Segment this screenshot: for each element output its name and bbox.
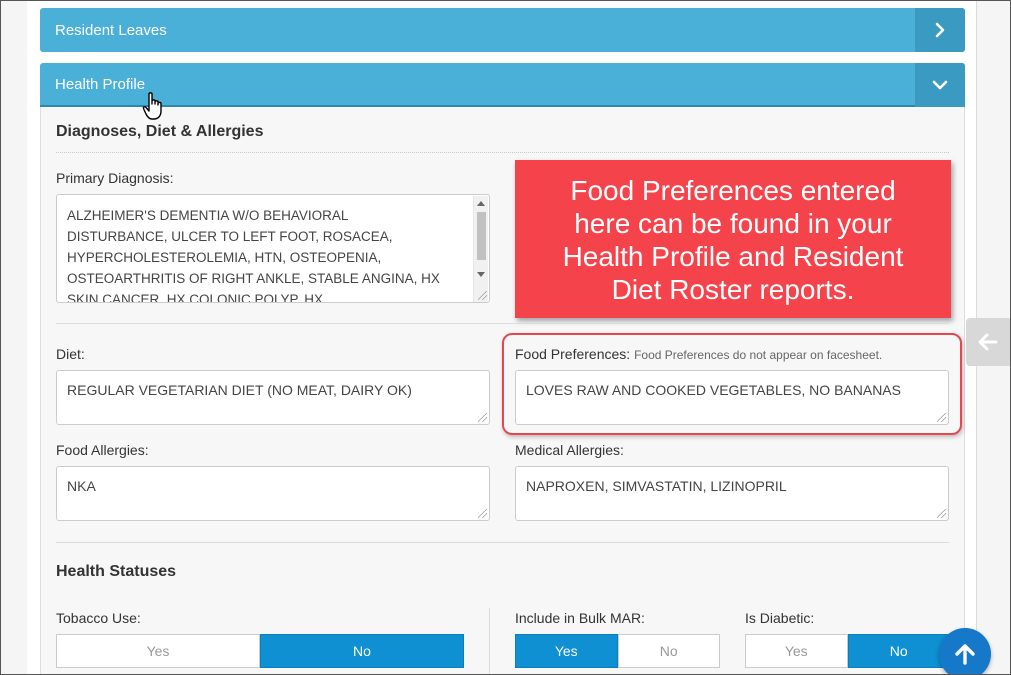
primary-diagnosis-label: Primary Diagnosis: bbox=[56, 170, 174, 186]
diet-value: REGULAR VEGETARIAN DIET (NO MEAT, DAIRY … bbox=[67, 382, 412, 398]
food-preferences-highlight bbox=[502, 333, 962, 435]
medical-allergies-label: Medical Allergies: bbox=[515, 442, 624, 458]
health-profile-panel-header[interactable]: Health Profile bbox=[40, 63, 965, 107]
tobacco-no-button[interactable]: No bbox=[260, 634, 464, 668]
diet-textarea[interactable]: REGULAR VEGETARIAN DIET (NO MEAT, DAIRY … bbox=[56, 370, 490, 425]
primary-diagnosis-line: SKIN CANCER, HX COLONIC POLYP, HX bbox=[67, 292, 324, 303]
scroll-up-arrow-icon[interactable] bbox=[477, 201, 485, 206]
chevron-right-icon[interactable] bbox=[915, 8, 965, 52]
health-profile-title: Health Profile bbox=[55, 75, 146, 93]
primary-diagnosis-line: HYPERCHOLESTEROLEMIA, HTN, OSTEOPENIA, bbox=[67, 250, 382, 265]
medical-allergies-textarea[interactable]: NAPROXEN, SIMVASTATIN, LIZINOPRIL bbox=[515, 466, 949, 521]
row-divider bbox=[56, 542, 949, 543]
resize-grip-icon[interactable] bbox=[478, 291, 487, 300]
bulk-mar-label: Include in Bulk MAR: bbox=[515, 610, 645, 626]
bulk-mar-no-button[interactable]: No bbox=[617, 634, 720, 668]
diabetic-yes-button[interactable]: Yes bbox=[745, 634, 848, 668]
food-preferences-callout: Food Preferences entered here can be fou… bbox=[515, 160, 951, 318]
row-divider bbox=[56, 323, 949, 324]
hand-pointer-icon bbox=[142, 91, 168, 126]
primary-diagnosis-textarea[interactable]: ALZHEIMER'S DEMENTIA W/O BEHAVIORAL DIST… bbox=[56, 194, 490, 303]
tobacco-yes-button[interactable]: Yes bbox=[56, 634, 260, 668]
primary-diagnosis-line: DISTURBANCE, ULCER TO LEFT FOOT, ROSACEA… bbox=[67, 229, 393, 244]
column-divider bbox=[489, 608, 490, 675]
textarea-scrollbar[interactable] bbox=[473, 196, 488, 302]
resize-grip-icon[interactable] bbox=[937, 509, 946, 518]
bulk-mar-yes-button[interactable]: Yes bbox=[515, 634, 618, 668]
medical-allergies-value: NAPROXEN, SIMVASTATIN, LIZINOPRIL bbox=[526, 478, 787, 494]
left-gutter bbox=[1, 0, 27, 675]
callout-line: here can be found in your bbox=[574, 208, 892, 239]
is-diabetic-label: Is Diabetic: bbox=[745, 610, 815, 626]
diet-label: Diet: bbox=[56, 346, 85, 362]
scroll-to-top-button[interactable] bbox=[939, 628, 991, 675]
section-divider bbox=[56, 152, 949, 153]
tobacco-use-label: Tobacco Use: bbox=[56, 610, 141, 626]
callout-line: Food Preferences entered bbox=[570, 175, 896, 206]
scroll-down-arrow-icon[interactable] bbox=[477, 272, 485, 277]
callout-line: Health Profile and Resident bbox=[562, 241, 904, 272]
arrow-left-icon[interactable] bbox=[966, 318, 1010, 366]
food-allergies-textarea[interactable]: NKA bbox=[56, 466, 490, 521]
resident-leaves-title: Resident Leaves bbox=[55, 21, 167, 39]
health-statuses-section-title: Health Statuses bbox=[56, 563, 177, 580]
food-allergies-value: NKA bbox=[67, 478, 96, 494]
food-allergies-label: Food Allergies: bbox=[56, 442, 149, 458]
primary-diagnosis-line: ALZHEIMER'S DEMENTIA W/O BEHAVIORAL bbox=[67, 208, 349, 223]
resize-grip-icon[interactable] bbox=[478, 413, 487, 422]
scrollbar-thumb[interactable] bbox=[477, 212, 486, 260]
arrow-up-icon bbox=[955, 644, 975, 665]
resident-leaves-panel-header[interactable]: Resident Leaves bbox=[40, 8, 965, 52]
is-diabetic-toggle: Yes No bbox=[745, 634, 950, 668]
callout-line: Diet Roster reports. bbox=[611, 274, 855, 305]
primary-diagnosis-line: OSTEOARTHRITIS OF RIGHT ANKLE, STABLE AN… bbox=[67, 271, 440, 286]
bulk-mar-toggle: Yes No bbox=[515, 634, 720, 668]
resize-grip-icon[interactable] bbox=[478, 509, 487, 518]
tobacco-use-toggle: Yes No bbox=[56, 634, 464, 668]
diabetic-no-button[interactable]: No bbox=[847, 634, 950, 668]
chevron-down-icon[interactable] bbox=[915, 63, 965, 107]
